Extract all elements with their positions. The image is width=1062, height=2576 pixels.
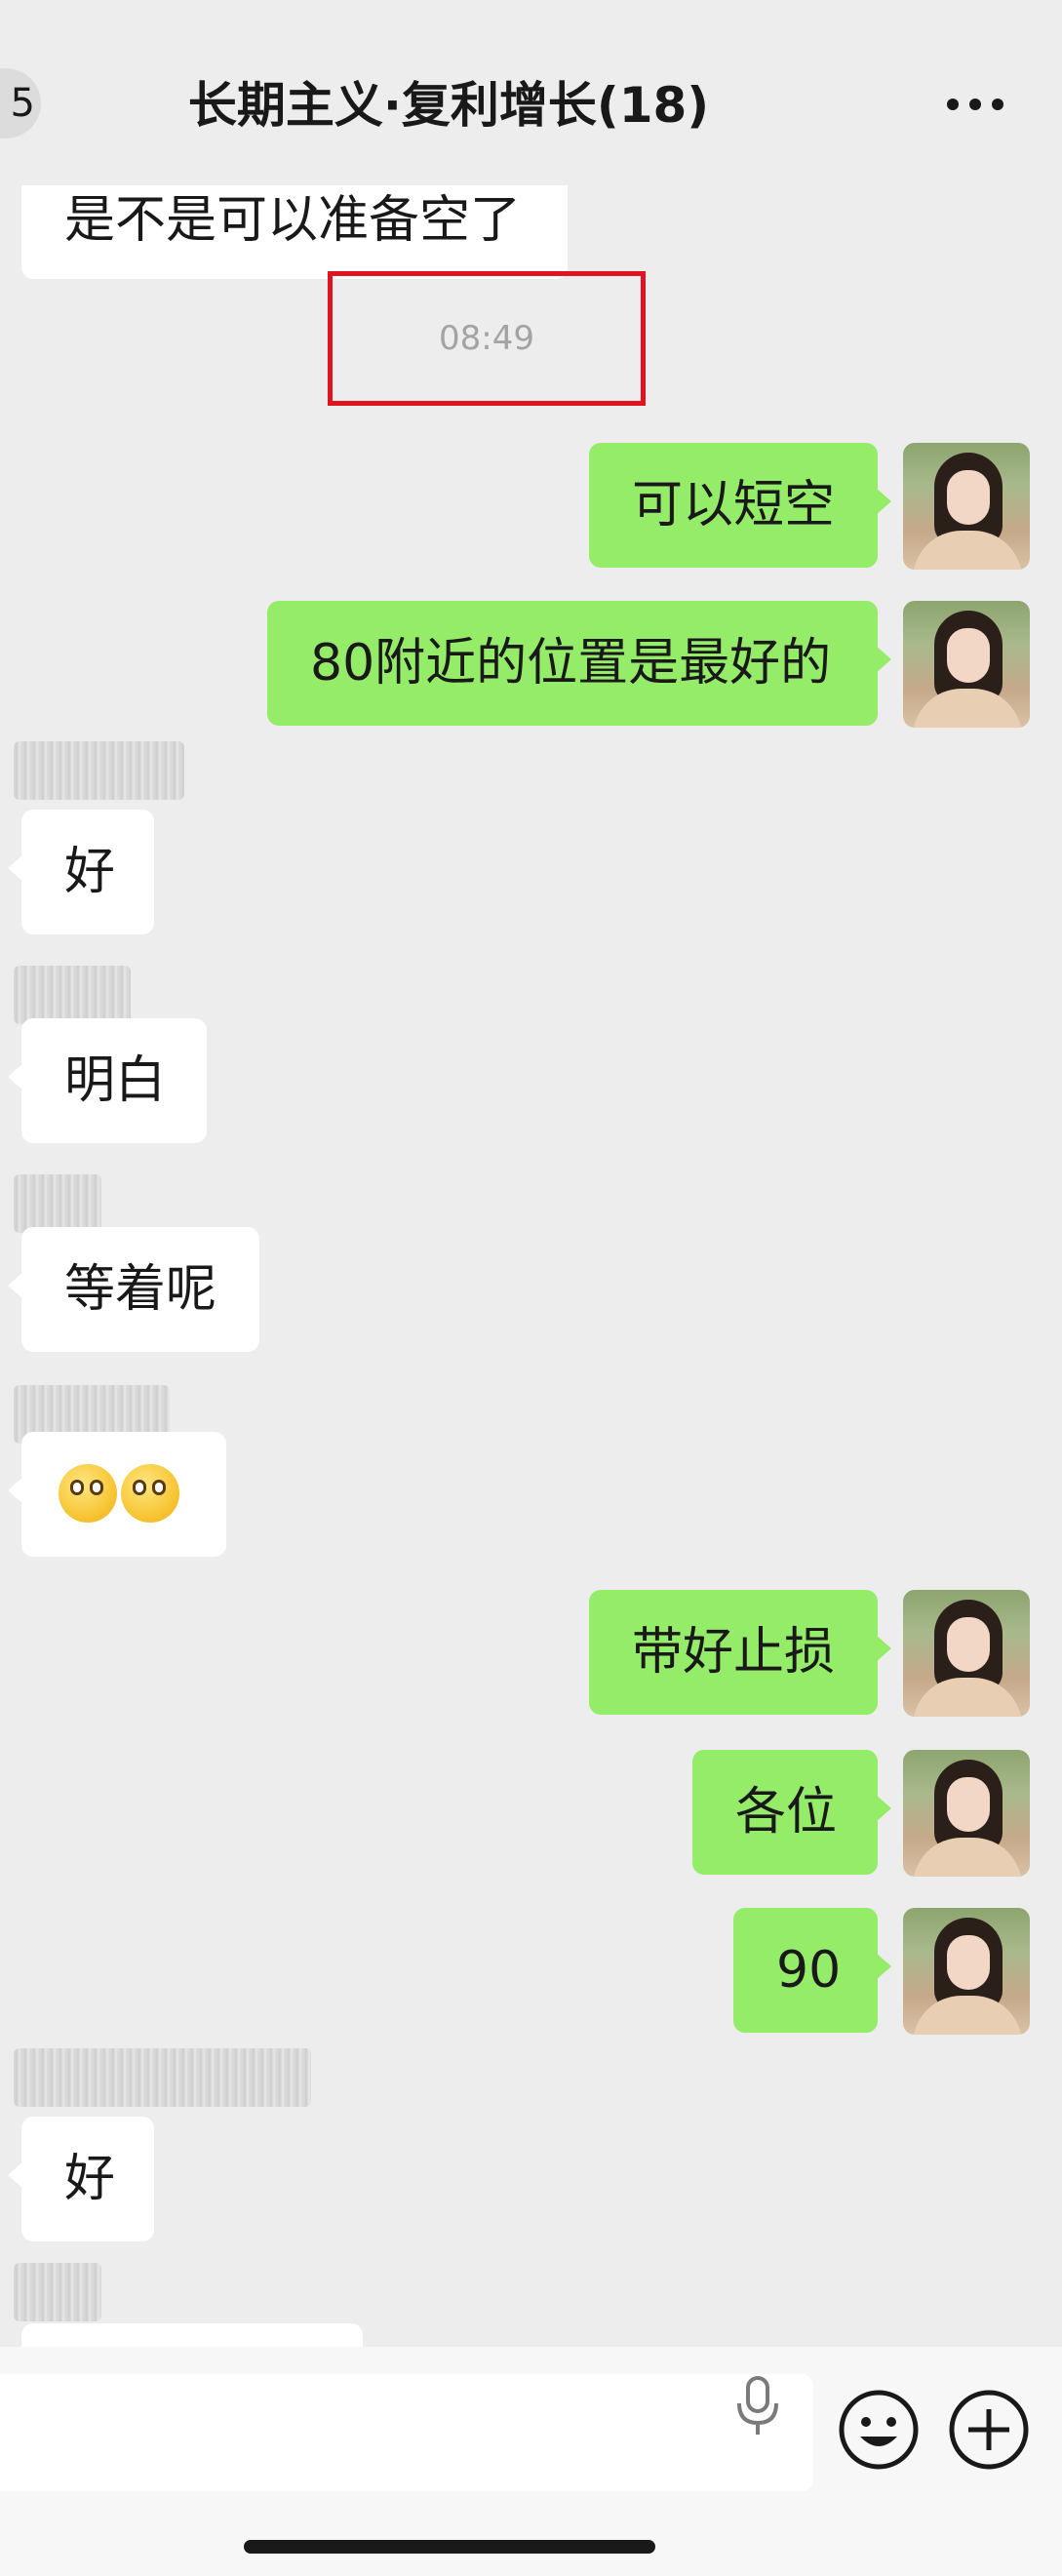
- message-input[interactable]: [0, 2374, 813, 2491]
- sender-avatar[interactable]: [903, 1750, 1030, 1877]
- plus-icon[interactable]: [949, 2390, 1029, 2470]
- sender-nickname-blurred: [14, 1174, 101, 1233]
- message-timestamp: 08:49: [439, 319, 534, 358]
- message-bubble-outgoing[interactable]: 各位: [692, 1750, 891, 1875]
- sender-avatar[interactable]: [903, 443, 1030, 570]
- sender-nickname-blurred: [14, 966, 131, 1024]
- message-bubble-outgoing[interactable]: 80附近的位置是最好的: [267, 601, 891, 726]
- sender-nickname-blurred: [14, 2048, 311, 2107]
- chat-title: 长期主义·复利增长(18): [187, 77, 710, 134]
- timestamp-highlight-box: 08:49: [328, 271, 646, 406]
- sender-avatar[interactable]: [903, 601, 1030, 728]
- sender-avatar[interactable]: [903, 1908, 1030, 2035]
- emoji-face-icon: [121, 1464, 179, 1523]
- message-bubble-incoming[interactable]: 好: [8, 2117, 154, 2241]
- home-indicator: [244, 2540, 655, 2554]
- sender-nickname-blurred: [14, 2263, 101, 2321]
- message-bubble-outgoing[interactable]: 90: [733, 1908, 891, 2033]
- message-bubble-incoming-emoji[interactable]: [8, 1432, 226, 1557]
- sender-avatar[interactable]: [903, 1590, 1030, 1717]
- message-bubble-incoming[interactable]: 好: [8, 810, 154, 934]
- message-bubble-incoming[interactable]: 等着呢: [8, 1227, 259, 1352]
- input-bar: [0, 2347, 1062, 2576]
- smiley-icon[interactable]: [839, 2390, 919, 2470]
- sender-nickname-blurred: [14, 741, 184, 800]
- ellipsis-icon[interactable]: [941, 93, 1009, 116]
- message-bubble-outgoing[interactable]: 带好止损: [589, 1590, 891, 1715]
- message-bubble-outgoing[interactable]: 可以短空: [589, 443, 891, 568]
- emoji-face-icon: [59, 1464, 117, 1523]
- chat-header: 5 长期主义·复利增长(18): [0, 0, 1062, 185]
- message-bubble-incoming[interactable]: 明白: [8, 1018, 207, 1143]
- microphone-icon[interactable]: [733, 2376, 782, 2437]
